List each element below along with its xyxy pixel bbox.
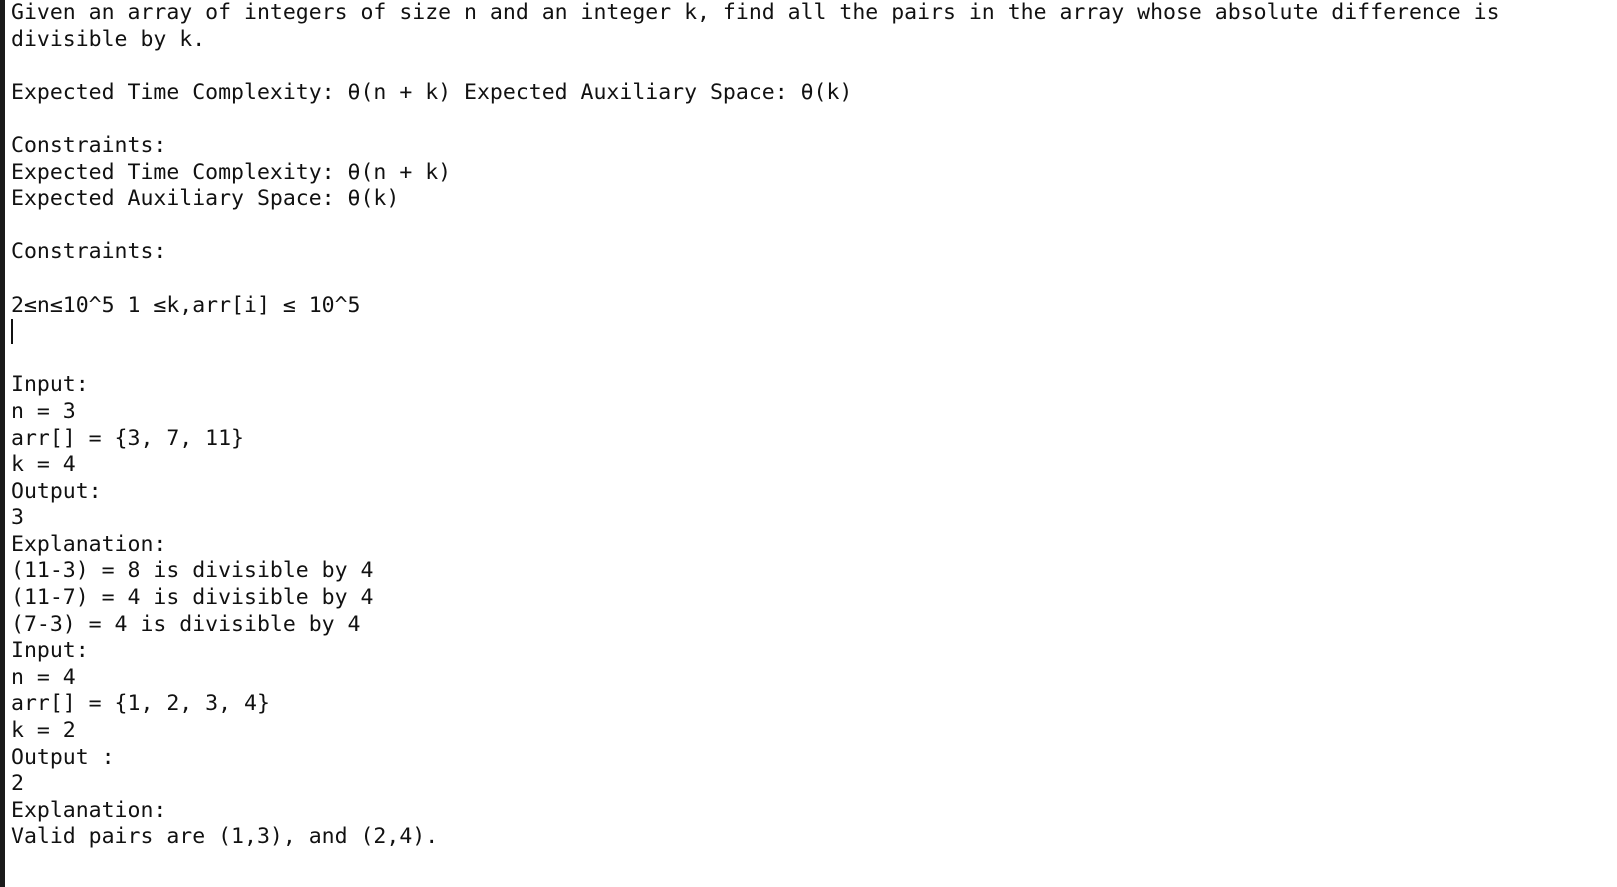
example-line: (7-3) = 4 is divisible by 4 <box>11 611 361 637</box>
example-line: arr[] = {1, 2, 3, 4} <box>11 691 270 717</box>
example-line: 3 <box>11 505 24 531</box>
constraints-heading: Constraints: <box>11 239 167 265</box>
editor-left-border <box>0 0 5 887</box>
text-editor-area[interactable]: Given an array of integers of size n and… <box>11 0 1606 887</box>
constraints-heading: Constraints: <box>11 132 167 158</box>
example-line: n = 4 <box>11 664 76 690</box>
example-line: n = 3 <box>11 398 76 424</box>
example-line: 2 <box>11 771 24 797</box>
example-output-label: Output : <box>11 744 115 770</box>
example-line: k = 2 <box>11 718 76 744</box>
example-explanation-label: Explanation: <box>11 797 167 823</box>
space-complexity-line: Expected Auxiliary Space: θ(k) <box>11 186 400 212</box>
example-line: (11-7) = 4 is divisible by 4 <box>11 585 374 611</box>
complexity-line: Expected Time Complexity: θ(n + k) Expec… <box>11 79 853 105</box>
example-line: Valid pairs are (1,3), and (2,4). <box>11 824 439 850</box>
constraints-values-line: 2≤n≤10^5 1 ≤k,arr[i] ≤ 10^5 <box>11 292 361 318</box>
example-output-label: Output: <box>11 478 102 504</box>
text-caret <box>11 319 13 344</box>
time-complexity-line: Expected Time Complexity: θ(n + k) <box>11 159 452 185</box>
example-line: (11-3) = 8 is divisible by 4 <box>11 558 374 584</box>
example-line: arr[] = {3, 7, 11} <box>11 425 244 451</box>
problem-statement-line: Given an array of integers of size n and… <box>11 0 1513 52</box>
example-line: k = 4 <box>11 452 76 478</box>
example-explanation-label: Explanation: <box>11 531 167 557</box>
example-input-label: Input: <box>11 638 89 664</box>
example-input-label: Input: <box>11 372 89 398</box>
